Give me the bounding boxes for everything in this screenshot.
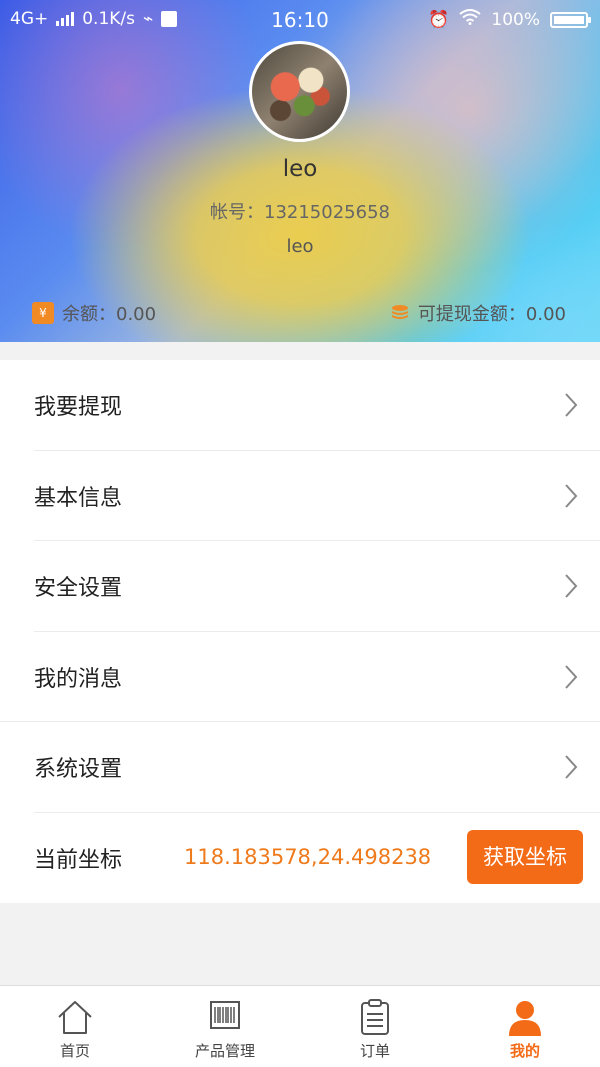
tab-orders[interactable]: 订单 — [300, 986, 450, 1067]
nickname: leo — [286, 236, 314, 257]
tab-label: 产品管理 — [194, 1042, 255, 1060]
withdrawable-amount: 可提现金额：0.00 — [390, 300, 566, 326]
chevron-right-icon — [565, 755, 578, 779]
profile-header: 4G+ 0.1K/s ⌁ 16:10 ⏰ 100% leo 帐号：1321502… — [0, 0, 600, 342]
menu-item-messages[interactable]: 我的消息 — [0, 632, 600, 723]
user-icon — [509, 1001, 541, 1036]
wifi-icon — [459, 9, 482, 30]
account-number: 帐号：13215025658 — [210, 202, 390, 223]
coins-icon — [390, 303, 410, 323]
settings-menu: 我要提现 基本信息 安全设置 我的消息 系统设置 当前坐标 118.183578… — [0, 360, 600, 903]
tab-label: 首页 — [59, 1042, 90, 1060]
menu-item-basic-info[interactable]: 基本信息 — [0, 451, 600, 542]
menu-item-label: 我的消息 — [34, 666, 123, 692]
chevron-right-icon — [565, 393, 578, 417]
chevron-right-icon — [565, 484, 578, 508]
wallet-icon: ¥ — [32, 302, 54, 324]
clipboard-icon — [361, 999, 389, 1035]
avatar[interactable] — [249, 41, 350, 142]
menu-item-security[interactable]: 安全设置 — [0, 541, 600, 632]
battery-icon — [550, 11, 591, 28]
withdrawable-label: 可提现金额：0.00 — [417, 304, 566, 325]
balance: ¥ 余额：0.00 — [32, 300, 156, 326]
chevron-right-icon — [565, 574, 578, 598]
barcode-icon — [210, 1001, 240, 1029]
menu-item-withdraw[interactable]: 我要提现 — [0, 360, 600, 451]
coordinate-label: 当前坐标 — [34, 847, 123, 873]
battery-percent: 100% — [491, 9, 540, 30]
menu-item-label: 安全设置 — [34, 576, 123, 602]
menu-item-label: 基本信息 — [34, 485, 123, 511]
balance-label: 余额：0.00 — [62, 304, 157, 325]
tab-home[interactable]: 首页 — [0, 986, 150, 1067]
username: leo — [282, 156, 318, 182]
chevron-right-icon — [565, 665, 578, 689]
home-icon — [58, 1001, 92, 1034]
menu-item-system-settings[interactable]: 系统设置 — [0, 722, 600, 813]
bottom-tab-bar: 首页 产品管理 订单 我的 — [0, 985, 600, 1067]
tab-label: 我的 — [509, 1042, 540, 1060]
tab-label: 订单 — [359, 1042, 390, 1060]
alarm-icon: ⏰ — [428, 9, 450, 30]
coordinate-value: 118.183578,24.498238 — [184, 844, 432, 869]
get-coordinate-button[interactable]: 获取坐标 — [467, 830, 583, 884]
menu-item-label: 我要提现 — [34, 395, 123, 421]
tab-products[interactable]: 产品管理 — [150, 986, 300, 1067]
status-bar: 4G+ 0.1K/s ⌁ 16:10 ⏰ 100% — [0, 0, 600, 40]
menu-item-label: 系统设置 — [34, 757, 123, 783]
tab-me[interactable]: 我的 — [450, 986, 600, 1067]
